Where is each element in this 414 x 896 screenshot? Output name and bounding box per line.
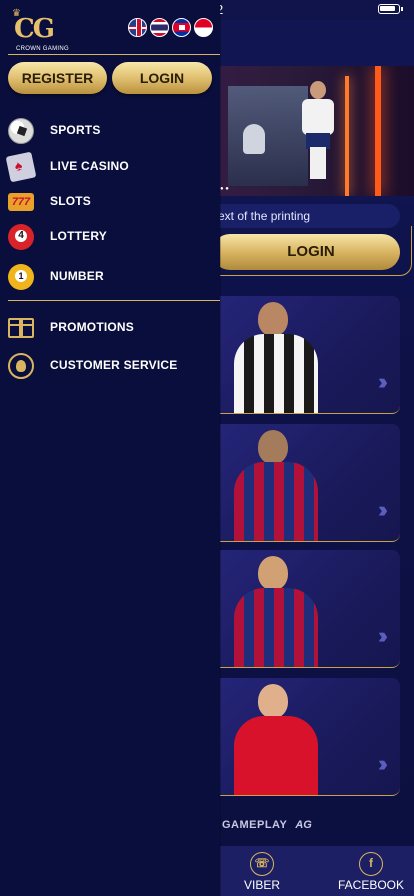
page-login-button[interactable]: LOGIN bbox=[212, 234, 400, 270]
menu-item-live-casino[interactable]: LIVE CASINO bbox=[0, 150, 220, 184]
banner-stage bbox=[228, 86, 308, 186]
chevron-right-icon: ››› bbox=[378, 751, 388, 776]
drawer-edge bbox=[220, 0, 221, 896]
divider bbox=[8, 300, 220, 301]
logo-mark: CG bbox=[14, 14, 55, 44]
menu-item-promotions[interactable]: PROMOTIONS bbox=[0, 311, 220, 345]
nav-facebook-label: FACEBOOK bbox=[337, 878, 405, 892]
number-ball-icon bbox=[8, 264, 34, 290]
ag-gaming-logo: AG bbox=[295, 819, 312, 831]
menu-item-label: LIVE CASINO bbox=[50, 159, 129, 173]
menu-item-sports[interactable]: SPORTS bbox=[0, 114, 220, 148]
language-selector bbox=[128, 18, 213, 37]
menu-item-label: NUMBER bbox=[50, 269, 104, 283]
logo-brand: CROWN GAMING bbox=[16, 46, 69, 52]
thailand-flag-icon[interactable] bbox=[150, 18, 169, 37]
lottery-ball-icon bbox=[8, 224, 34, 250]
menu-item-lottery[interactable]: LOTTERY bbox=[0, 220, 220, 254]
crown-gaming-logo[interactable]: ♛ CG CROWN GAMING bbox=[8, 8, 88, 52]
trophy-icon bbox=[243, 124, 265, 154]
nav-viber[interactable]: ☏ VIBER bbox=[222, 852, 302, 892]
gift-icon bbox=[8, 318, 34, 338]
player-image bbox=[220, 556, 330, 667]
banner-light bbox=[375, 66, 381, 196]
game-card-sports[interactable]: ››› bbox=[212, 296, 400, 414]
chevron-right-icon: ››› bbox=[378, 623, 388, 648]
menu-item-number[interactable]: NUMBER bbox=[0, 260, 220, 294]
slot-machine-icon: 777 bbox=[8, 193, 34, 211]
battery-icon bbox=[378, 4, 403, 14]
partner-logos: GAMEPLAY AG bbox=[216, 810, 414, 840]
menu-item-label: LOTTERY bbox=[50, 229, 107, 243]
customer-service-icon bbox=[8, 353, 34, 379]
facebook-icon: f bbox=[359, 852, 383, 876]
side-drawer: ♛ CG CROWN GAMING REGISTER LOGIN SPORTS … bbox=[0, 0, 220, 896]
chevron-right-icon: ››› bbox=[378, 497, 388, 522]
uk-flag-icon[interactable] bbox=[128, 18, 147, 37]
player-image bbox=[220, 684, 330, 795]
announcement-marquee: ext of the printing bbox=[218, 204, 400, 228]
divider bbox=[8, 54, 220, 55]
menu-item-customer-service[interactable]: CUSTOMER SERVICE bbox=[0, 349, 220, 383]
carousel-dots[interactable]: ● ● bbox=[220, 186, 229, 192]
soccer-ball-icon bbox=[8, 118, 34, 144]
cambodia-flag-icon[interactable] bbox=[172, 18, 191, 37]
player-image bbox=[220, 302, 330, 413]
menu-item-slots[interactable]: 777 SLOTS bbox=[0, 185, 220, 219]
register-button[interactable]: REGISTER bbox=[8, 62, 107, 94]
indonesia-flag-icon[interactable] bbox=[194, 18, 213, 37]
menu-item-label: SLOTS bbox=[50, 194, 92, 208]
playing-cards-icon bbox=[5, 151, 37, 183]
nav-viber-label: VIBER bbox=[243, 878, 280, 892]
menu-item-label: CUSTOMER SERVICE bbox=[50, 358, 178, 372]
game-card-slots[interactable]: ››› bbox=[212, 550, 400, 668]
banner-player bbox=[300, 81, 338, 181]
gameplay-logo: GAMEPLAY bbox=[222, 819, 288, 831]
player-image bbox=[220, 430, 330, 541]
game-card-live-casino[interactable]: ››› bbox=[212, 424, 400, 542]
viber-icon: ☏ bbox=[250, 852, 274, 876]
login-button[interactable]: LOGIN bbox=[112, 62, 212, 94]
game-card-lottery[interactable]: ››› bbox=[212, 678, 400, 796]
menu-item-label: PROMOTIONS bbox=[50, 320, 135, 334]
banner-light bbox=[345, 76, 349, 196]
chevron-right-icon: ››› bbox=[378, 369, 388, 394]
menu-item-label: SPORTS bbox=[50, 123, 101, 137]
nav-facebook[interactable]: f FACEBOOK bbox=[331, 852, 411, 892]
